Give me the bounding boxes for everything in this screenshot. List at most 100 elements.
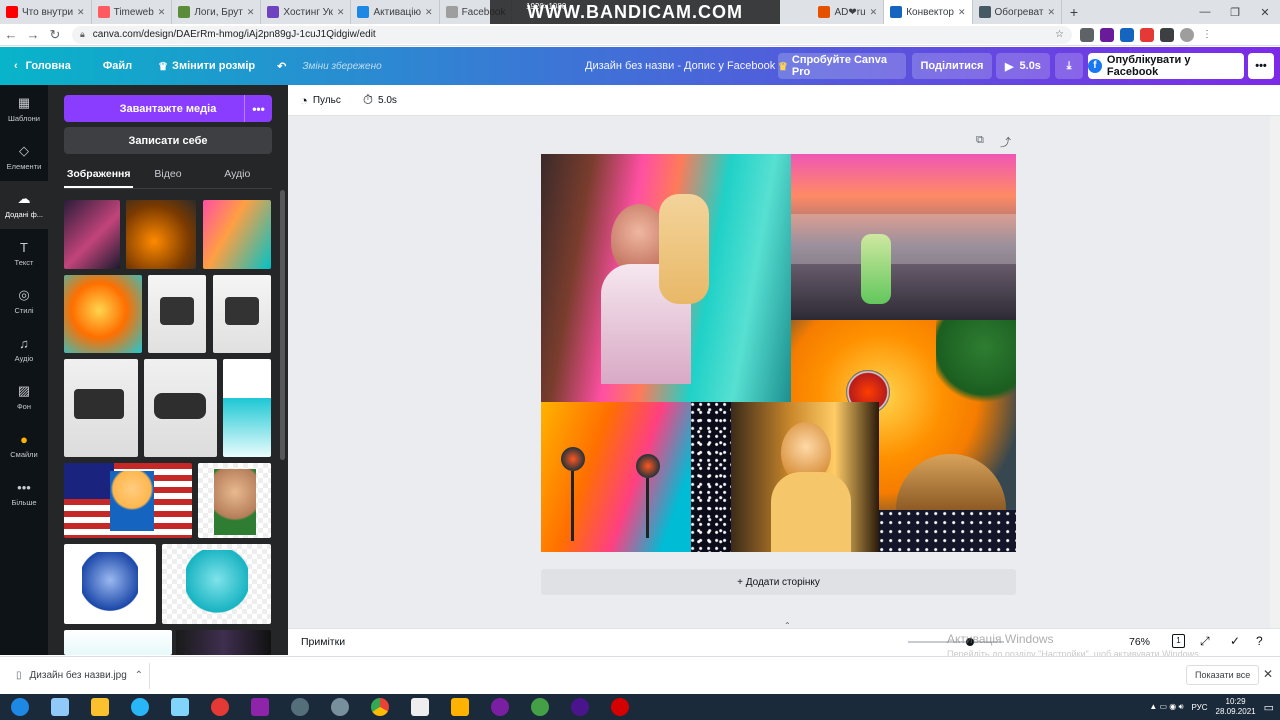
publish-facebook-button[interactable]: f Опублікувати у Facebook <box>1088 53 1244 79</box>
extension-icon[interactable] <box>1080 27 1094 42</box>
telegram-icon[interactable] <box>120 694 160 720</box>
extension-icon[interactable] <box>1120 27 1134 42</box>
canvas-scrollbar[interactable] <box>1270 116 1280 628</box>
try-pro-button[interactable]: ♛ Спробуйте Canva Pro <box>778 53 906 79</box>
clock[interactable]: 10:29 28.09.2021 <box>1216 697 1256 717</box>
extension-icon[interactable] <box>1100 27 1114 42</box>
minimize-button[interactable]: — <box>1190 6 1220 19</box>
reload-button[interactable]: ↻ <box>44 27 66 43</box>
close-tab-icon[interactable]: ✕ <box>158 7 166 18</box>
rail-item-emoji[interactable]: ● Смайли <box>0 421 48 469</box>
help-icon[interactable]: ? <box>1256 634 1263 648</box>
forward-button[interactable]: → <box>22 27 44 42</box>
opera-icon[interactable] <box>200 694 240 720</box>
uploaded-image-thumbnail[interactable] <box>126 200 196 269</box>
new-tab-button[interactable]: + <box>1062 4 1086 20</box>
uploaded-image-thumbnail[interactable] <box>162 544 271 624</box>
tray-icons[interactable]: ▲ ▭ ◉ 🔊︎ <box>1149 702 1183 712</box>
close-tab-icon[interactable]: ✕ <box>958 7 966 18</box>
close-window-button[interactable]: ✕ <box>1250 6 1280 19</box>
uploaded-image-thumbnail[interactable] <box>64 630 172 655</box>
browser-tab[interactable]: Обогреват ✕ <box>973 0 1063 24</box>
check-icon[interactable]: ✓ <box>1230 634 1240 648</box>
profile-avatar[interactable] <box>1180 27 1194 42</box>
duration-button[interactable]: ⏱︎ 5.0s <box>363 92 397 108</box>
app-icon[interactable] <box>40 694 80 720</box>
undo-button[interactable]: ↶ <box>277 60 286 73</box>
collage-photo-kitchen[interactable] <box>791 154 1016 320</box>
chevron-up-icon[interactable]: ⌃ <box>135 670 143 681</box>
browser-tab[interactable]: Активацію ✕ <box>351 0 440 24</box>
rail-item-audio[interactable]: ♫ Аудіо <box>0 325 48 373</box>
rail-item-styles[interactable]: ◎ Стилі <box>0 277 48 325</box>
notifications-icon[interactable]: ▭ <box>1264 701 1274 714</box>
app-icon[interactable] <box>160 694 200 720</box>
app-icon[interactable] <box>560 694 600 720</box>
design-title[interactable]: Дизайн без назви - Допис у Facebook <box>585 60 775 72</box>
upload-media-button[interactable]: Завантажте медіа ••• <box>64 95 272 122</box>
share-button[interactable]: Поділитися <box>912 53 992 79</box>
uploaded-image-thumbnail[interactable] <box>64 275 142 353</box>
file-menu-button[interactable]: Файл <box>103 60 132 72</box>
puzzle-icon[interactable] <box>1160 27 1174 42</box>
download-item[interactable]: ▯ Дизайн без назви.jpg ⌃ <box>10 662 150 689</box>
collage-photo-two-lamps[interactable] <box>541 402 691 552</box>
ie-icon[interactable] <box>0 694 40 720</box>
duplicate-page-icon[interactable]: ⧉ <box>976 134 984 147</box>
whatsapp-icon[interactable] <box>520 694 560 720</box>
app-icon[interactable] <box>280 694 320 720</box>
maximize-button[interactable]: ❐ <box>1220 6 1250 19</box>
close-tab-icon[interactable]: ✕ <box>425 7 433 18</box>
rail-item-templates[interactable]: ▦ Шаблони <box>0 85 48 133</box>
viber-icon[interactable] <box>480 694 520 720</box>
back-button[interactable]: ← <box>0 27 22 42</box>
close-tab-icon[interactable]: ✕ <box>870 7 878 18</box>
more-options-button[interactable]: ••• <box>1248 53 1274 79</box>
home-button[interactable]: ‹ Головна <box>14 60 71 72</box>
close-tab-icon[interactable]: ✕ <box>337 7 345 18</box>
browser-tab-active[interactable]: Конвектор ✕ <box>884 0 973 24</box>
uploaded-image-thumbnail[interactable] <box>223 359 271 457</box>
close-tab-icon[interactable]: ✕ <box>77 7 85 18</box>
uploaded-image-thumbnail[interactable] <box>144 359 217 457</box>
collage-photo-girl-lamp[interactable] <box>731 402 879 552</box>
rail-item-elements[interactable]: ◇ Елементи <box>0 133 48 181</box>
uploaded-image-thumbnail[interactable] <box>64 200 120 269</box>
close-tab-icon[interactable]: ✕ <box>247 7 255 18</box>
rail-item-more[interactable]: ••• Більше <box>0 469 48 517</box>
browser-tab[interactable]: AD❤ru ✕ <box>812 0 885 24</box>
uploaded-image-thumbnail[interactable] <box>203 200 271 269</box>
add-page-icon[interactable]: ⤴ <box>1000 134 1011 150</box>
download-button[interactable]: ⤓ <box>1055 53 1083 79</box>
browser-tab[interactable]: Timeweb ✕ <box>92 0 173 24</box>
panel-scrollbar[interactable] <box>280 190 285 460</box>
bookmark-star-icon[interactable]: ☆ <box>1055 29 1064 40</box>
animation-button[interactable]: ◔ Пульс <box>300 93 341 108</box>
zoom-level[interactable]: 76% <box>1129 636 1150 648</box>
bandicam-record-icon[interactable] <box>600 694 640 720</box>
chrome-icon[interactable] <box>360 694 400 720</box>
tab-audio[interactable]: Аудіо <box>203 163 272 188</box>
browser-tab[interactable]: Хостинг Ук ✕ <box>261 0 352 24</box>
more-dots-icon[interactable]: ••• <box>244 95 272 122</box>
collage-photo-girl[interactable] <box>541 154 791 402</box>
winrar-icon[interactable] <box>240 694 280 720</box>
tab-videos[interactable]: Відео <box>133 163 202 188</box>
browser-tab[interactable]: Что внутри ✕ <box>0 0 92 24</box>
url-field[interactable]: 🔒︎ canva.com/design/DAErRm-hmog/iAj2pn89… <box>72 25 1072 44</box>
design-artboard[interactable] <box>541 154 1016 552</box>
uploaded-image-thumbnail[interactable] <box>64 544 156 624</box>
fullscreen-icon[interactable]: ⤢ <box>1200 634 1210 649</box>
extension-icon[interactable] <box>1140 27 1154 42</box>
app-icon[interactable] <box>320 694 360 720</box>
rail-item-uploads[interactable]: ☁ Додані ф... <box>0 181 48 229</box>
close-downloads-icon[interactable]: ✕ <box>1263 667 1273 681</box>
language-indicator[interactable]: РУС <box>1192 703 1208 712</box>
app-icon[interactable] <box>400 694 440 720</box>
rail-item-background[interactable]: ▨ Фон <box>0 373 48 421</box>
uploaded-image-thumbnail[interactable] <box>64 463 192 538</box>
play-button[interactable]: ▶ 5.0s <box>996 53 1050 79</box>
browser-tab[interactable]: Логи, Брут ✕ <box>172 0 262 24</box>
media-player-icon[interactable] <box>440 694 480 720</box>
record-yourself-button[interactable]: Записати себе <box>64 127 272 154</box>
